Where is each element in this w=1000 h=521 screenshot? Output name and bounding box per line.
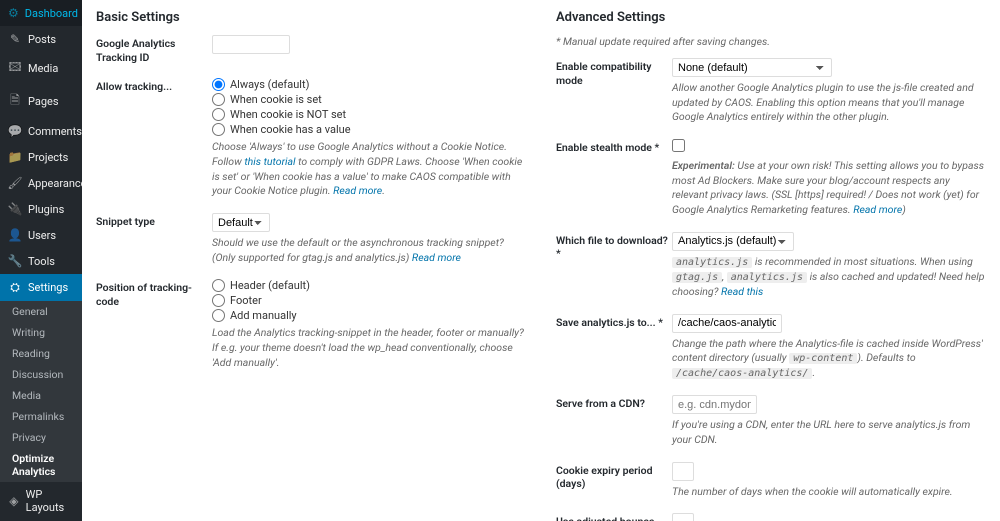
menu-icon: 🖌 <box>8 176 22 190</box>
submenu-item-writing[interactable]: Writing <box>0 322 82 343</box>
which-file-desc: analytics.js is recommended in most situ… <box>672 255 986 300</box>
cdn-input[interactable] <box>672 395 757 414</box>
allow-radio-label: Always (default) <box>230 78 309 91</box>
menu-item-comments[interactable]: 💬Comments <box>0 118 82 144</box>
tracking-id-label: Google Analytics Tracking ID <box>96 35 212 64</box>
position-radio-0[interactable] <box>212 279 225 292</box>
admin-sidebar: ⚙Dashboard✎Posts🖾Media🗎Pages💬Comments📁Pr… <box>0 0 82 521</box>
save-path-desc: Change the path where the Analytics-file… <box>672 337 986 382</box>
which-read-this-link[interactable]: Read this <box>721 285 763 298</box>
stealth-checkbox[interactable] <box>672 139 685 152</box>
submenu-item-permalinks[interactable]: Permalinks <box>0 406 82 427</box>
position-radio-2[interactable] <box>212 309 225 322</box>
advanced-heading: Advanced Settings <box>556 10 986 25</box>
allow-tracking-desc: Choose 'Always' to use Google Analytics … <box>212 140 526 199</box>
position-radio-label: Footer <box>230 294 262 307</box>
menu-item-media[interactable]: 🖾Media <box>0 52 82 85</box>
compat-select[interactable]: None (default) <box>672 58 832 77</box>
snippet-read-more-link[interactable]: Read more <box>412 251 461 264</box>
menu-item-dashboard[interactable]: ⚙Dashboard <box>0 0 82 26</box>
position-desc: Load the Analytics tracking-snippet in t… <box>212 326 526 370</box>
snippet-type-select[interactable]: Default <box>212 213 270 232</box>
basic-heading: Basic Settings <box>96 10 526 25</box>
allow-radio-label: When cookie has a value <box>230 123 351 136</box>
menu-item-wp-layouts[interactable]: ◈WP Layouts <box>0 482 82 520</box>
stealth-read-more-link[interactable]: Read more <box>853 203 902 216</box>
menu-item-projects[interactable]: 📁Projects <box>0 144 82 170</box>
menu-item-tools[interactable]: 🔧Tools <box>0 248 82 274</box>
save-path-label: Save analytics.js to... * <box>556 314 672 330</box>
basic-settings-column: Basic Settings Google Analytics Tracking… <box>96 10 526 511</box>
cookie-expiry-desc: The number of days when the cookie will … <box>672 485 986 500</box>
allow-radio-3[interactable] <box>212 123 225 136</box>
submenu-item-optimize-analytics[interactable]: Optimize Analytics <box>0 448 82 482</box>
menu-icon: 📁 <box>8 150 22 164</box>
menu-icon: 🔧 <box>8 254 22 268</box>
allow-radio-1[interactable] <box>212 93 225 106</box>
tutorial-link[interactable]: this tutorial <box>244 155 295 168</box>
menu-item-appearance[interactable]: 🖌Appearance <box>0 170 82 196</box>
read-more-link[interactable]: Read more <box>333 184 382 197</box>
menu-icon: ◈ <box>8 494 20 508</box>
menu-item-plugins[interactable]: 🔌Plugins <box>0 196 82 222</box>
submenu-item-general[interactable]: General <box>0 301 82 322</box>
submenu-item-media[interactable]: Media <box>0 385 82 406</box>
allow-radio-2[interactable] <box>212 108 225 121</box>
save-path-input[interactable] <box>672 314 782 333</box>
cdn-desc: If you're using a CDN, enter the URL her… <box>672 418 986 447</box>
stealth-desc: Experimental: Use at your own risk! This… <box>672 159 986 218</box>
allow-radio-label: When cookie is NOT set <box>230 108 346 121</box>
submenu-item-privacy[interactable]: Privacy <box>0 427 82 448</box>
tracking-id-input[interactable] <box>212 35 290 54</box>
cdn-label: Serve from a CDN? <box>556 395 672 411</box>
stealth-label: Enable stealth mode * <box>556 139 672 155</box>
menu-item-pages[interactable]: 🗎Pages <box>0 85 82 118</box>
menu-icon: 🖾 <box>8 58 22 79</box>
position-radio-label: Add manually <box>230 309 297 322</box>
position-label: Position of tracking-code <box>96 279 212 308</box>
menu-icon: ⛭ <box>8 280 22 295</box>
position-radio-label: Header (default) <box>230 279 310 292</box>
position-radio-1[interactable] <box>212 294 225 307</box>
advanced-settings-column: Advanced Settings * Manual update requir… <box>556 10 986 511</box>
which-file-label: Which file to download? * <box>556 232 672 261</box>
menu-item-settings[interactable]: ⛭Settings <box>0 274 82 301</box>
menu-icon: 🔌 <box>8 202 22 216</box>
allow-radio-0[interactable] <box>212 78 225 91</box>
snippet-type-label: Snippet type <box>96 213 212 229</box>
menu-icon: ⚙ <box>8 6 19 20</box>
bounce-rate-label: Use adjusted bounce rate? <box>556 513 672 521</box>
settings-content: Basic Settings Google Analytics Tracking… <box>82 0 1000 521</box>
allow-radio-label: When cookie is set <box>230 93 322 106</box>
submenu-item-discussion[interactable]: Discussion <box>0 364 82 385</box>
submenu-item-reading[interactable]: Reading <box>0 343 82 364</box>
snippet-desc: Should we use the default or the asynchr… <box>212 236 526 265</box>
which-file-select[interactable]: Analytics.js (default) <box>672 232 794 251</box>
compat-desc: Allow another Google Analytics plugin to… <box>672 81 986 125</box>
manual-update-note: * Manual update required after saving ch… <box>556 35 986 48</box>
cookie-expiry-input[interactable] <box>672 462 694 481</box>
menu-icon: 💬 <box>8 124 22 138</box>
cookie-expiry-label: Cookie expiry period (days) <box>556 462 672 491</box>
menu-icon: 👤 <box>8 228 22 242</box>
allow-tracking-label: Allow tracking... <box>96 78 212 94</box>
menu-item-posts[interactable]: ✎Posts <box>0 26 82 52</box>
menu-icon: ✎ <box>8 32 22 46</box>
bounce-rate-input[interactable] <box>672 513 694 521</box>
compat-label: Enable compatibility mode <box>556 58 672 87</box>
menu-item-users[interactable]: 👤Users <box>0 222 82 248</box>
menu-icon: 🗎 <box>8 91 22 112</box>
